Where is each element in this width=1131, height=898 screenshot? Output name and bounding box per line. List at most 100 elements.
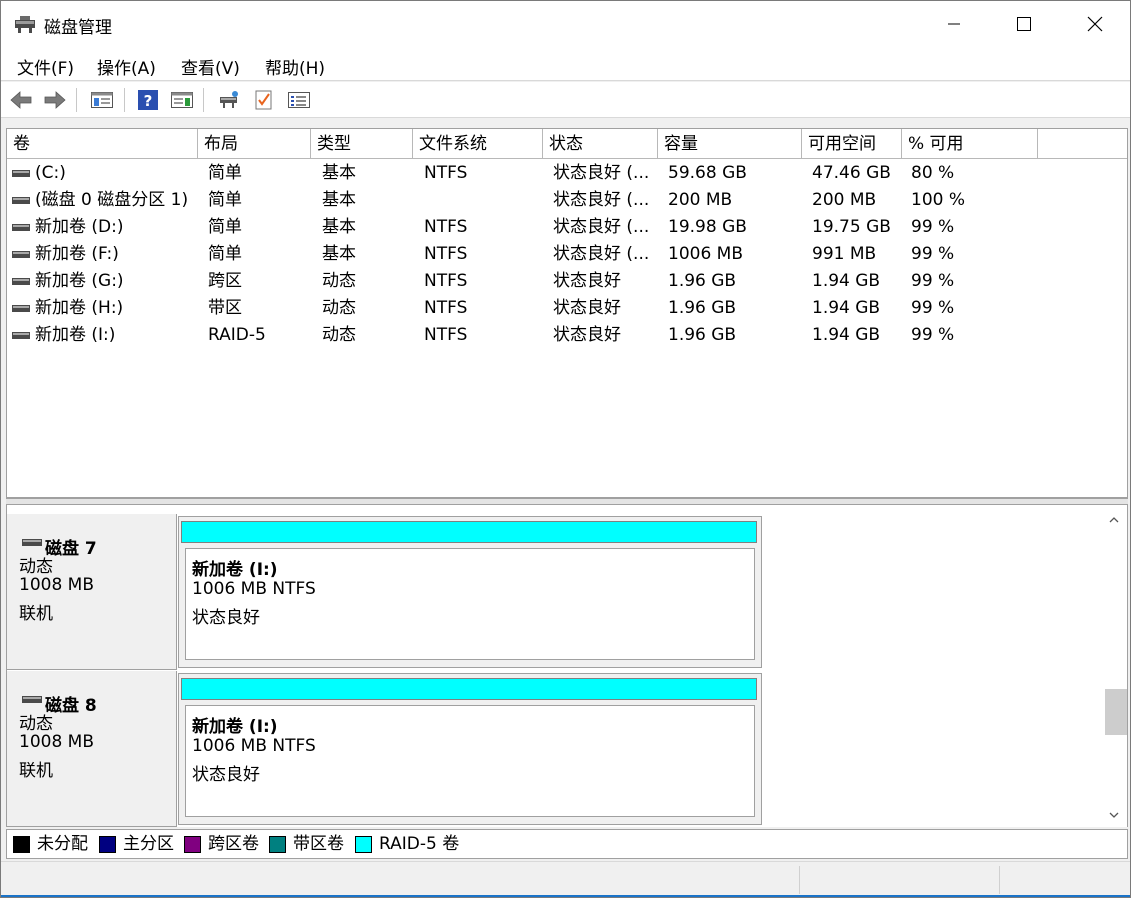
cell-layout: 简单 <box>208 244 242 264</box>
partition-size-fs: 1006 MB NTFS <box>192 736 316 756</box>
menu-action[interactable]: 操作(A) <box>97 54 156 79</box>
action-pane-icon <box>171 92 193 108</box>
disk-size: 1008 MB <box>19 575 94 595</box>
disk-kind: 动态 <box>19 557 53 577</box>
table-row[interactable]: 新加卷 (H:) 带区 动态 NTFS 状态良好 1.96 GB 1.94 GB 99 % <box>7 295 1127 322</box>
menu-view[interactable]: 查看(V) <box>181 54 240 79</box>
cell-file-system: NTFS <box>424 244 468 264</box>
cell-status: 状态良好 (... <box>553 217 650 237</box>
cell-percent-free: 80 % <box>911 163 955 183</box>
back-button[interactable] <box>8 88 34 112</box>
table-row[interactable]: 新加卷 (D:) 简单 基本 NTFS 状态良好 (... 19.98 GB 19.75 G… <box>7 214 1127 241</box>
disk-label-7[interactable]: 磁盘 7 动态 1008 MB 联机 <box>7 514 177 670</box>
column-header-status[interactable]: 状态 <box>543 129 658 159</box>
cell-volume-name: 新加卷 (H:) <box>35 298 124 318</box>
cell-capacity: 59.68 GB <box>668 163 747 183</box>
column-header-filesystem[interactable]: 文件系统 <box>413 129 543 159</box>
cell-file-system: NTFS <box>424 271 468 291</box>
cell-type: 动态 <box>322 298 356 318</box>
partition-status: 状态良好 <box>192 608 260 628</box>
close-icon <box>1087 16 1103 32</box>
cell-status: 状态良好 <box>553 298 621 318</box>
title-bar[interactable]: 磁盘管理 <box>1 1 1130 47</box>
show-hide-console-tree-button[interactable] <box>89 88 115 112</box>
svg-text:?: ? <box>144 92 153 110</box>
column-header-type[interactable]: 类型 <box>311 129 413 159</box>
table-row[interactable]: 新加卷 (G:) 跨区 动态 NTFS 状态良好 1.96 GB 1.94 GB 99 % <box>7 268 1127 295</box>
table-row[interactable]: 新加卷 (F:) 简单 基本 NTFS 状态良好 (... 1006 MB 991 MB 99… <box>7 241 1127 268</box>
menu-help[interactable]: 帮助(H) <box>265 54 325 79</box>
table-row[interactable]: (磁盘 0 磁盘分区 1) 简单 基本 状态良好 (... 200 MB 200 MB 10… <box>7 187 1127 214</box>
disk-management-app-icon <box>15 16 35 33</box>
partition-type-bar <box>181 678 757 700</box>
partition-details[interactable]: 新加卷 (I:) 1006 MB NTFS 状态良好 <box>185 705 755 817</box>
partition-details[interactable]: 新加卷 (I:) 1006 MB NTFS 状态良好 <box>185 548 755 660</box>
cell-status: 状态良好 (... <box>553 190 650 210</box>
legend-swatch-primary <box>99 836 116 853</box>
partition-block[interactable]: 新加卷 (I:) 1006 MB NTFS 状态良好 <box>178 516 762 668</box>
column-header-volume[interactable]: 卷 <box>7 129 198 159</box>
scroll-down-button[interactable] <box>1101 803 1127 827</box>
cell-file-system: NTFS <box>424 163 468 183</box>
cell-volume-name: (磁盘 0 磁盘分区 1) <box>35 190 189 210</box>
cell-layout: 简单 <box>208 163 242 183</box>
cell-layout: 跨区 <box>208 271 242 291</box>
volume-icon <box>12 170 30 177</box>
chevron-down-icon <box>1109 812 1119 818</box>
cell-percent-free: 99 % <box>911 325 955 345</box>
cell-percent-free: 99 % <box>911 217 955 237</box>
volume-icon <box>12 278 30 285</box>
vertical-scrollbar[interactable] <box>1101 505 1127 827</box>
cell-free-space: 991 MB <box>812 244 877 264</box>
cell-volume-name: (C:) <box>35 163 66 183</box>
legend-label-primary: 主分区 <box>123 834 174 854</box>
forward-arrow-icon <box>44 91 66 109</box>
console-tree-icon <box>91 92 113 108</box>
rescan-disks-button[interactable] <box>216 88 242 112</box>
scroll-thumb[interactable] <box>1105 689 1127 735</box>
cell-free-space: 1.94 GB <box>812 298 881 318</box>
volume-icon <box>12 332 30 339</box>
scroll-up-button[interactable] <box>1101 508 1127 532</box>
cell-layout: RAID-5 <box>208 325 266 345</box>
disk-management-window: 磁盘管理 文件(F) 操作(A) 查看(V) 帮助(H) ? 卷 布局 类型 文… <box>0 0 1131 898</box>
status-separator <box>999 866 1000 894</box>
volume-list: 卷 布局 类型 文件系统 状态 容量 可用空间 % 可用 (C:) 简单 基本 NTF… <box>6 128 1128 498</box>
show-hide-action-pane-button[interactable] <box>169 88 195 112</box>
pane-splitter[interactable] <box>6 498 1128 505</box>
cell-type: 基本 <box>322 217 356 237</box>
legend-swatch-striped <box>269 836 286 853</box>
column-header-percent-free[interactable]: % 可用 <box>902 129 1038 159</box>
cell-file-system: NTFS <box>424 325 468 345</box>
partition-type-bar <box>181 521 757 543</box>
column-header-capacity[interactable]: 容量 <box>658 129 802 159</box>
cell-file-system: NTFS <box>424 298 468 318</box>
maximize-button[interactable] <box>989 1 1059 47</box>
cell-capacity: 1006 MB <box>668 244 743 264</box>
partition-title: 新加卷 (I:) <box>192 717 278 737</box>
minimize-button[interactable] <box>919 1 989 47</box>
close-button[interactable] <box>1060 1 1130 47</box>
volume-icon <box>12 251 30 258</box>
legend-swatch-raid5 <box>355 836 372 853</box>
help-button[interactable]: ? <box>135 88 161 112</box>
disk-label-8[interactable]: 磁盘 8 动态 1008 MB 联机 <box>7 671 177 827</box>
menu-file[interactable]: 文件(F) <box>17 54 74 79</box>
forward-button[interactable] <box>42 88 68 112</box>
table-row[interactable]: (C:) 简单 基本 NTFS 状态良好 (... 59.68 GB 47.46 GB 80 … <box>7 160 1127 187</box>
volume-icon <box>12 224 30 231</box>
cell-type: 基本 <box>322 190 356 210</box>
column-header-layout[interactable]: 布局 <box>198 129 311 159</box>
maximize-icon <box>1017 17 1031 31</box>
properties-button[interactable] <box>286 88 312 112</box>
toolbar-separator <box>203 88 204 112</box>
cell-layout: 简单 <box>208 217 242 237</box>
cell-layout: 简单 <box>208 190 242 210</box>
back-arrow-icon <box>10 91 32 109</box>
column-header-free-space[interactable]: 可用空间 <box>802 129 902 159</box>
cell-free-space: 1.94 GB <box>812 271 881 291</box>
table-row[interactable]: 新加卷 (I:) RAID-5 动态 NTFS 状态良好 1.96 GB 1.94 GB 99… <box>7 322 1127 349</box>
toolbar: ? <box>1 82 1130 118</box>
partition-block[interactable]: 新加卷 (I:) 1006 MB NTFS 状态良好 <box>178 673 762 825</box>
check-button[interactable] <box>251 88 277 112</box>
